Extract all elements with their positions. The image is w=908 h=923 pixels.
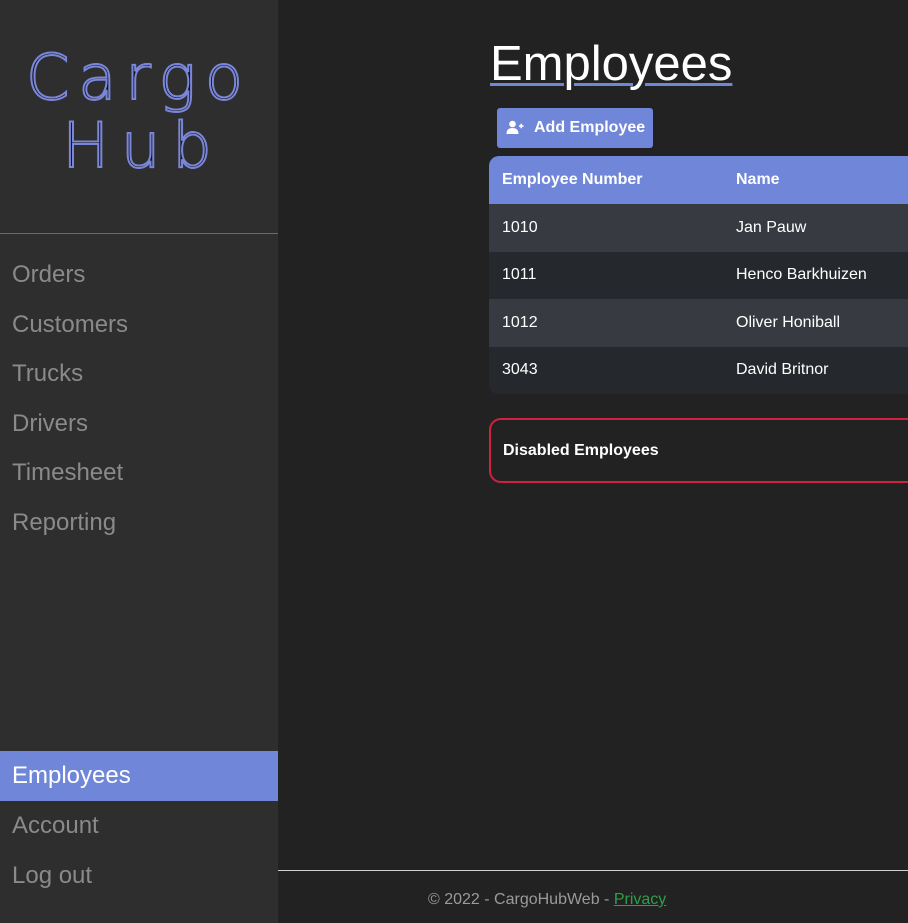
footer-divider: [278, 870, 908, 871]
nav-item-logout[interactable]: Log out: [0, 851, 278, 901]
nav-item-employees[interactable]: Employees: [0, 751, 278, 801]
employee-name-cell: David Britnor: [736, 361, 829, 379]
nav-item-trucks[interactable]: Trucks: [0, 349, 278, 399]
table-row[interactable]: 3043 David Britnor: [489, 346, 908, 394]
footer-copyright: © 2022 - CargoHubWeb -: [428, 891, 614, 908]
nav-item-reporting[interactable]: Reporting: [0, 498, 278, 548]
nav-item-orders[interactable]: Orders: [0, 250, 278, 300]
employees-table: Employee Number Name 1010 Jan Pauw 1011 …: [489, 156, 908, 394]
main-nav: Orders Customers Trucks Drivers Timeshee…: [0, 250, 278, 548]
cargohub-logo[interactable]: Cargo Hub: [0, 41, 278, 182]
sidebar-divider: [0, 233, 278, 234]
logo-line-1: Cargo: [25, 41, 252, 114]
employee-number-cell: 1012: [502, 313, 538, 331]
logo-line-2: Hub: [61, 109, 224, 182]
table-row[interactable]: 1012 Oliver Honiball: [489, 299, 908, 347]
disabled-employees-section[interactable]: Disabled Employees: [489, 418, 908, 483]
disabled-employees-label: Disabled Employees: [503, 441, 659, 459]
table-header-row: Employee Number Name: [489, 156, 908, 204]
sidebar: Cargo Hub Orders Customers Trucks Driver…: [0, 0, 278, 923]
nav-item-drivers[interactable]: Drivers: [0, 399, 278, 449]
table-row[interactable]: 1010 Jan Pauw: [489, 204, 908, 252]
nav-item-customers[interactable]: Customers: [0, 300, 278, 350]
nav-item-timesheet[interactable]: Timesheet: [0, 448, 278, 498]
footer: © 2022 - CargoHubWeb - Privacy: [428, 891, 666, 909]
employee-name-cell: Jan Pauw: [736, 218, 807, 236]
account-nav: Employees Account Log out: [0, 751, 278, 900]
employee-number-cell: 3043: [502, 361, 538, 379]
page-title: Employees: [490, 37, 733, 91]
employee-name-cell: Oliver Honiball: [736, 313, 841, 331]
column-header-name[interactable]: Name: [723, 156, 908, 204]
employee-number-cell: 1011: [502, 266, 537, 284]
privacy-link[interactable]: Privacy: [614, 891, 666, 908]
table-row[interactable]: 1011 Henco Barkhuizen: [489, 251, 908, 299]
user-plus-icon: [506, 119, 524, 137]
add-employee-label: Add Employee: [534, 119, 646, 136]
employee-number-cell: 1010: [502, 218, 538, 236]
add-employee-button[interactable]: Add Employee: [497, 108, 653, 148]
employee-name-cell: Henco Barkhuizen: [736, 266, 867, 284]
column-header-employee-number[interactable]: Employee Number: [489, 156, 723, 204]
nav-item-account[interactable]: Account: [0, 801, 278, 851]
